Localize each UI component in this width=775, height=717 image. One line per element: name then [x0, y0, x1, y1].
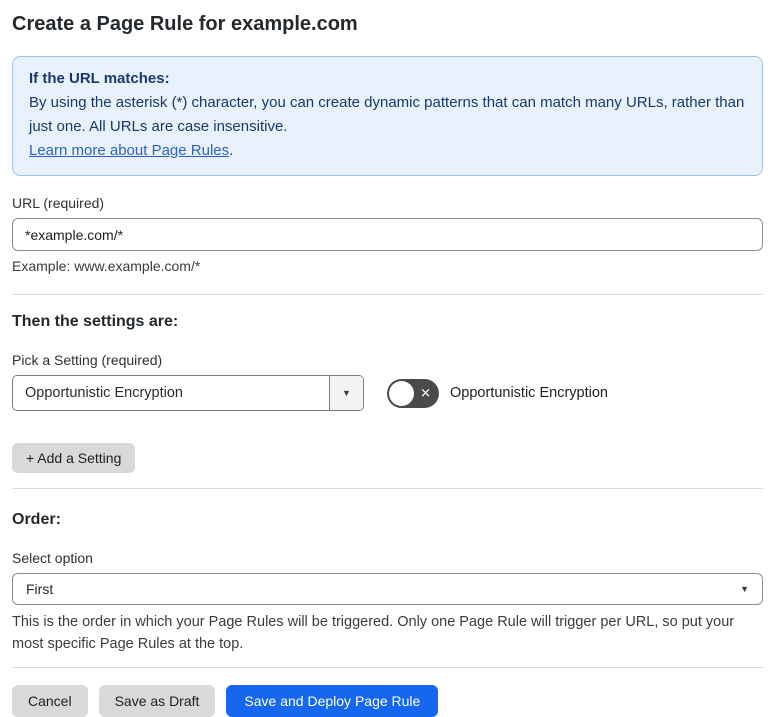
url-field-label: URL (required) [12, 195, 105, 211]
divider [12, 667, 763, 668]
page-title: Create a Page Rule for example.com [12, 13, 358, 35]
info-box-heading: If the URL matches: [29, 70, 170, 87]
url-field-helper: Example: www.example.com/* [12, 258, 201, 274]
divider [12, 294, 763, 295]
info-box-link-line: Learn more about Page Rules. [29, 139, 746, 163]
toggle-knob [389, 380, 414, 406]
url-input[interactable] [12, 218, 763, 251]
save-and-deploy-button[interactable]: Save and Deploy Page Rule [226, 685, 439, 717]
order-select-value: First [26, 581, 54, 597]
link-suffix: . [229, 142, 234, 159]
create-page-rule-form: Create a Page Rule for example.com If th… [0, 0, 775, 717]
toggle-label: Opportunistic Encryption [450, 385, 608, 401]
cancel-button[interactable]: Cancel [12, 685, 88, 717]
setting-dropdown-value: Opportunistic Encryption [25, 385, 183, 401]
info-box-body: By using the asterisk (*) character, you… [29, 94, 745, 135]
pick-setting-label: Pick a Setting (required) [12, 352, 163, 368]
url-matches-info-box: If the URL matches: By using the asteris… [12, 56, 763, 176]
order-select[interactable]: First ▼ [12, 573, 763, 605]
chevron-down-icon: ▼ [740, 583, 749, 594]
settings-section-heading: Then the settings are: [12, 313, 179, 330]
toggle-off-x-icon: ✕ [420, 385, 431, 401]
setting-picker-row: Opportunistic Encryption ▼ ✕ Opportunist… [12, 375, 763, 411]
add-setting-button[interactable]: + Add a Setting [12, 443, 136, 473]
order-section-heading: Order: [12, 511, 61, 528]
opportunistic-encryption-toggle[interactable]: ✕ [387, 378, 439, 408]
save-as-draft-button[interactable]: Save as Draft [98, 685, 216, 717]
order-select-label: Select option [12, 550, 93, 566]
divider [12, 488, 763, 489]
chevron-down-icon: ▼ [342, 387, 351, 398]
setting-dropdown[interactable]: Opportunistic Encryption ▼ [12, 375, 364, 411]
footer-actions: Cancel Save as Draft Save and Deploy Pag… [12, 685, 763, 717]
setting-dropdown-caret-button[interactable]: ▼ [329, 376, 363, 410]
order-description: This is the order in which your Page Rul… [12, 614, 735, 652]
learn-more-link[interactable]: Learn more about Page Rules [29, 142, 229, 159]
